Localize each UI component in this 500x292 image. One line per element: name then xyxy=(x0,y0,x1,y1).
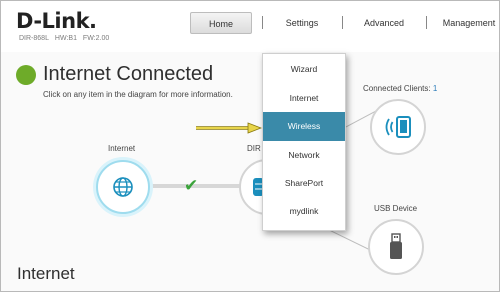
check-icon: ✔ xyxy=(184,176,199,196)
page-title: Internet Connected xyxy=(43,63,214,85)
nav-management-tab[interactable]: Management xyxy=(438,12,500,34)
internet-node[interactable] xyxy=(96,160,150,214)
menu-item-mydlink[interactable]: mydlink xyxy=(263,197,345,226)
nav-divider xyxy=(426,16,427,29)
model-name: DIR-868L xyxy=(19,35,49,42)
usb-device-label: USB Device xyxy=(374,204,418,213)
router-node-label: DIR xyxy=(247,144,261,153)
nav-divider xyxy=(342,16,343,29)
internet-node-label: Internet xyxy=(108,144,136,153)
settings-dropdown-menu: Wizard Internet Wireless Network SharePo… xyxy=(262,53,346,231)
menu-item-wireless[interactable]: Wireless xyxy=(263,112,345,141)
connection-status-indicator xyxy=(16,65,36,85)
menu-item-wizard[interactable]: Wizard xyxy=(263,55,345,84)
connected-clients-node[interactable] xyxy=(370,99,426,155)
menu-item-network[interactable]: Network xyxy=(263,141,345,170)
connected-clients-count: 1 xyxy=(432,84,438,93)
menu-item-shareport[interactable]: SharePort xyxy=(263,169,345,198)
nav-home-tab[interactable]: Home xyxy=(190,12,252,34)
connected-clients-label: Connected Clients: 1 xyxy=(363,84,438,93)
dlink-logo: D-Link. xyxy=(16,9,97,33)
firmware-version: FW:2.00 xyxy=(82,35,110,42)
nav-divider xyxy=(262,16,263,29)
top-header: D-Link. DIR-868L HW:B1 FW:2.00 Home Sett… xyxy=(1,1,499,52)
hardware-version: HW:B1 xyxy=(54,35,77,42)
usb-device-node[interactable] xyxy=(368,219,424,275)
section-title: Internet xyxy=(17,264,75,283)
nav-settings-tab[interactable]: Settings xyxy=(277,12,327,34)
menu-item-internet[interactable]: Internet xyxy=(263,84,345,113)
usb-drive-icon xyxy=(390,233,402,259)
wireless-device-icon xyxy=(385,116,411,138)
diagram-instruction: Click on any item in the diagram for mor… xyxy=(43,90,233,99)
device-info: DIR-868L HW:B1 FW:2.00 xyxy=(19,35,113,42)
nav-advanced-tab[interactable]: Advanced xyxy=(359,12,409,34)
globe-icon xyxy=(113,177,133,197)
arrow-right-icon xyxy=(196,122,262,134)
